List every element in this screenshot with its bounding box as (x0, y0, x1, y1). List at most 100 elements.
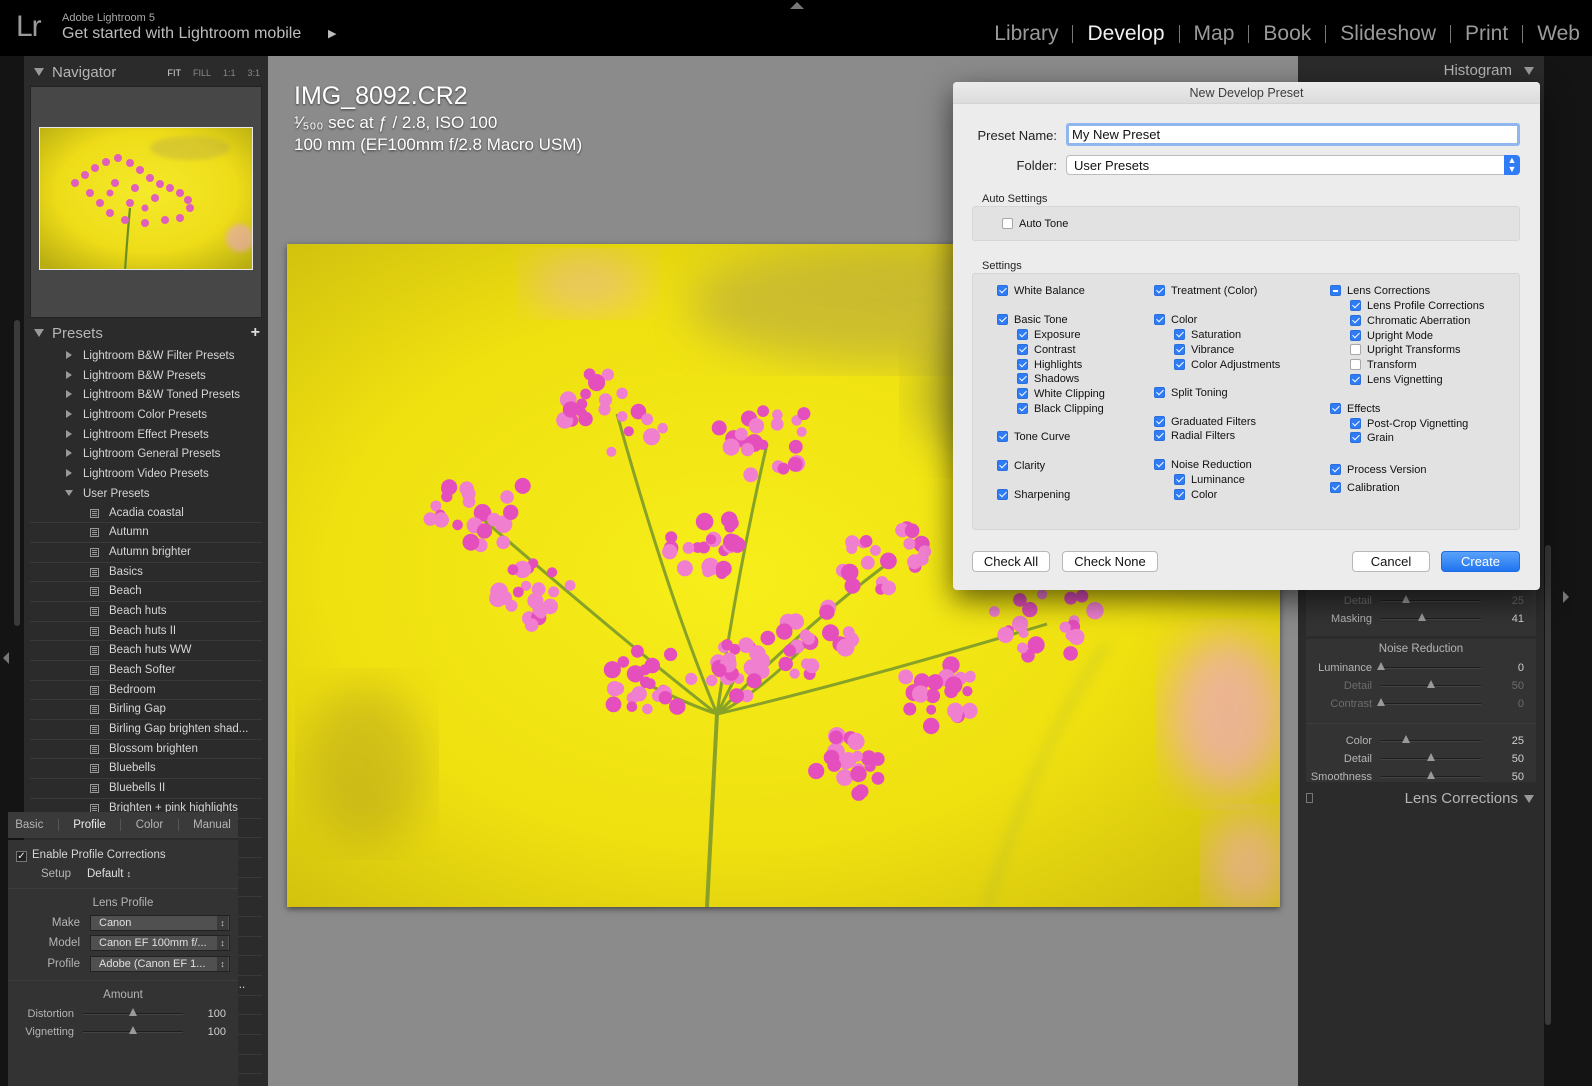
preset-item[interactable]: Beach huts WW (30, 641, 262, 661)
slider-thumb[interactable] (1377, 698, 1385, 706)
module-slideshow[interactable]: Slideshow (1326, 22, 1450, 46)
zoom-fit[interactable]: FIT (167, 68, 181, 78)
preset-folder-user-presets[interactable]: User Presets (30, 484, 262, 504)
lightroom-mobile-link[interactable]: Get started with Lightroom mobile (62, 25, 301, 43)
setting-checkbox[interactable]: Vibrance (1174, 344, 1234, 356)
checkbox-checked-icon[interactable] (1154, 285, 1165, 296)
expand-triangle-icon[interactable] (66, 370, 72, 379)
cancel-button[interactable]: Cancel (1352, 551, 1430, 572)
presets-header[interactable]: Presets + (24, 319, 268, 347)
setting-checkbox[interactable]: Process Version (1330, 464, 1426, 476)
checkbox-checked-icon[interactable] (1174, 474, 1185, 485)
expand-triangle-icon[interactable] (66, 410, 72, 419)
slider-value[interactable]: 0 (1518, 662, 1524, 674)
setting-checkbox[interactable]: Basic Tone (997, 314, 1068, 326)
checkbox-mixed-icon[interactable] (1330, 285, 1341, 296)
preset-folder[interactable]: Lightroom Color Presets (30, 405, 262, 425)
setting-checkbox[interactable]: White Balance (997, 285, 1085, 297)
setting-checkbox[interactable]: Black Clipping (1017, 403, 1104, 415)
module-develop[interactable]: Develop (1073, 22, 1178, 46)
preset-item[interactable]: Beach huts (30, 602, 262, 622)
setting-checkbox[interactable]: Grain (1350, 432, 1394, 444)
preset-item[interactable]: Birling Gap brighten shad... (30, 720, 262, 740)
slider-thumb[interactable] (1402, 595, 1410, 603)
create-button[interactable]: Create (1441, 551, 1520, 572)
slider-value[interactable]: 25 (1512, 735, 1524, 747)
check-all-button[interactable]: Check All (972, 551, 1050, 572)
expand-triangle-icon[interactable] (66, 351, 72, 359)
slider-value[interactable]: 0 (1518, 698, 1524, 710)
preset-item[interactable]: Birling Gap (30, 700, 262, 721)
top-panel-toggle-icon[interactable] (790, 2, 804, 9)
checkbox-checked-icon[interactable] (997, 314, 1008, 325)
preset-folder[interactable]: Lightroom B&W Filter Presets (30, 346, 262, 366)
preset-folder[interactable]: Lightroom B&W Toned Presets (30, 385, 262, 405)
checkbox-checked-icon[interactable] (1017, 329, 1028, 340)
checkbox-checked-icon[interactable] (1017, 359, 1028, 370)
setting-checkbox[interactable]: Clarity (997, 460, 1045, 472)
setting-checkbox[interactable]: Calibration (1330, 482, 1400, 494)
setting-checkbox[interactable]: Color (1154, 314, 1197, 326)
collapse-triangle-icon[interactable] (1524, 795, 1534, 803)
profile-select[interactable]: Adobe (Canon EF 1... (90, 956, 230, 972)
slider-value[interactable]: 100 (208, 1026, 226, 1038)
slider-track[interactable] (1381, 613, 1481, 621)
module-print[interactable]: Print (1451, 22, 1522, 46)
checkbox-checked-icon[interactable] (1350, 315, 1361, 326)
checkbox-checked-icon[interactable] (1017, 388, 1028, 399)
setting-checkbox[interactable]: Saturation (1174, 329, 1241, 341)
setting-checkbox[interactable]: Sharpening (997, 489, 1070, 501)
tab-basic[interactable]: Basic (15, 819, 43, 831)
expand-triangle-icon[interactable] (66, 449, 72, 458)
preset-item[interactable]: Bluebells (30, 759, 262, 780)
preset-item[interactable]: Acadia coastal (30, 504, 262, 524)
setting-checkbox[interactable]: Highlights (1017, 359, 1082, 371)
setting-checkbox[interactable]: Lens Vignetting (1350, 374, 1443, 386)
left-scrollbar[interactable] (14, 320, 20, 626)
setting-checkbox[interactable]: Tone Curve (997, 431, 1070, 443)
panel-switch-icon[interactable] (1306, 793, 1313, 803)
slider-track[interactable] (1381, 753, 1481, 761)
slider-track[interactable] (1381, 680, 1481, 688)
navigator-header[interactable]: Navigator FIT FILL 1:1 3:1 (24, 58, 268, 86)
tab-manual[interactable]: Manual (193, 819, 231, 831)
setting-checkbox[interactable]: Color (1174, 489, 1217, 501)
setup-select[interactable]: Default ↕ (87, 868, 131, 880)
preset-item[interactable]: Beach Softer (30, 661, 262, 681)
preset-folder[interactable]: Lightroom B&W Presets (30, 366, 262, 386)
checkbox-checked-icon[interactable]: ✓ (16, 851, 27, 862)
checkbox-checked-icon[interactable] (997, 285, 1008, 296)
slider-value[interactable]: 25 (1512, 595, 1524, 607)
collapse-triangle-icon[interactable] (1524, 67, 1534, 75)
expand-triangle-icon[interactable] (66, 390, 72, 399)
make-select[interactable]: Canon (90, 915, 230, 931)
collapse-triangle-icon[interactable] (34, 68, 44, 76)
module-library[interactable]: Library (980, 22, 1072, 46)
slider-thumb[interactable] (1418, 613, 1426, 621)
setting-checkbox[interactable]: Chromatic Aberration (1350, 315, 1470, 327)
preset-folder[interactable]: Lightroom General Presets (30, 444, 262, 464)
setting-checkbox[interactable]: Lens Corrections (1330, 285, 1430, 297)
checkbox-checked-icon[interactable] (1174, 489, 1185, 500)
slider-thumb[interactable] (1427, 680, 1435, 688)
checkbox-checked-icon[interactable] (1330, 464, 1341, 475)
checkbox-checked-icon[interactable] (1154, 416, 1165, 427)
setting-checkbox[interactable]: Split Toning (1154, 387, 1228, 399)
module-web[interactable]: Web (1523, 22, 1580, 46)
check-none-button[interactable]: Check None (1062, 551, 1158, 572)
setting-checkbox[interactable]: Upright Mode (1350, 330, 1433, 342)
setting-checkbox[interactable]: Post-Crop Vignetting (1350, 418, 1468, 430)
checkbox-checked-icon[interactable] (1017, 344, 1028, 355)
slider-track[interactable] (83, 1008, 183, 1016)
setting-checkbox[interactable]: Lens Profile Corrections (1350, 300, 1484, 312)
setting-checkbox[interactable]: White Clipping (1017, 388, 1105, 400)
setting-checkbox[interactable]: Noise Reduction (1154, 459, 1252, 471)
tab-profile[interactable]: Profile (73, 819, 106, 831)
expand-triangle-icon[interactable] (66, 429, 72, 438)
left-panel-toggle-icon[interactable] (3, 652, 9, 664)
setting-checkbox[interactable]: Exposure (1017, 329, 1080, 341)
setting-checkbox[interactable]: Luminance (1174, 474, 1245, 486)
checkbox-checked-icon[interactable] (997, 431, 1008, 442)
preset-item[interactable]: Bluebells II (30, 779, 262, 799)
checkbox-checked-icon[interactable] (1154, 430, 1165, 441)
